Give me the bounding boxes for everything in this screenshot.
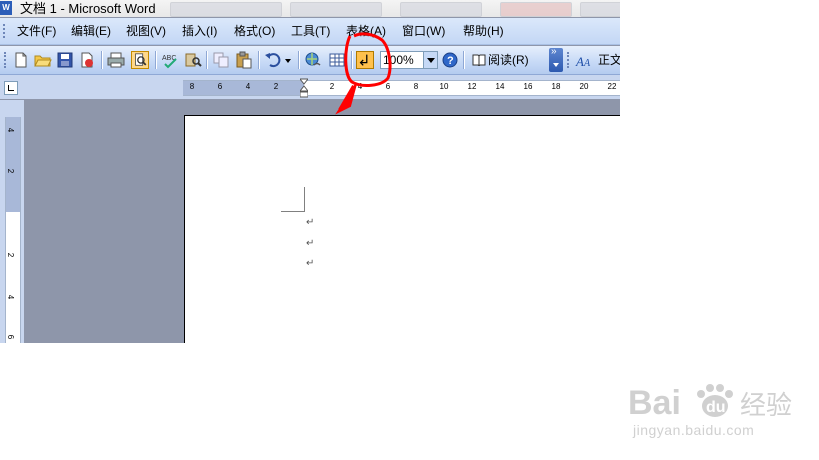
paragraph-mark[interactable]: ↵	[306, 217, 314, 229]
ruler-label: 12	[467, 82, 477, 91]
toolbar-options-button[interactable]	[549, 47, 563, 72]
toolbar-grip[interactable]	[4, 52, 8, 68]
vertical-ruler-label: 2	[6, 252, 16, 258]
ruler-label: 16	[523, 82, 533, 91]
background-window-ghost	[400, 2, 482, 17]
red-highlight-annotation	[335, 32, 392, 115]
save-icon[interactable]	[56, 51, 74, 69]
ruler-label: 8	[189, 82, 195, 91]
svg-text:du: du	[706, 399, 726, 416]
toolbar-separator	[298, 51, 300, 69]
standard-toolbar: ABC 100% ? 阅读(R) AA 正文	[0, 46, 620, 75]
paragraph-mark[interactable]: ↵	[306, 238, 314, 250]
paragraph-mark[interactable]: ↵	[306, 258, 314, 270]
menu-tools[interactable]: 工具(T)	[291, 23, 330, 39]
ruler-label: 22	[607, 82, 617, 91]
styles-formatting-icon[interactable]: AA	[575, 51, 593, 69]
word-app-icon[interactable]: W	[0, 1, 12, 15]
svg-text:A: A	[583, 58, 591, 69]
menu-view[interactable]: 视图(V)	[126, 23, 166, 39]
svg-text:?: ?	[447, 55, 454, 67]
toolbar-separator	[155, 51, 157, 69]
spelling-icon[interactable]: ABC	[161, 51, 179, 69]
vertical-ruler[interactable]: 4 2 2 4 6	[5, 117, 21, 343]
svg-text:Bai: Bai	[628, 384, 681, 422]
permission-icon[interactable]	[78, 51, 96, 69]
copy-icon[interactable]	[212, 51, 230, 69]
menu-bar-grip[interactable]	[3, 24, 8, 38]
ruler-label: 20	[579, 82, 589, 91]
document-page[interactable]	[184, 115, 620, 343]
background-window-ghost	[290, 2, 382, 17]
print-preview-icon[interactable]	[131, 51, 149, 69]
style-combobox[interactable]: 正文	[598, 51, 620, 69]
read-mode-label: 阅读(R)	[488, 53, 529, 67]
toolbar-separator	[258, 51, 260, 69]
ruler-label: 6	[217, 82, 223, 91]
ruler-label: 2	[273, 82, 279, 91]
svg-text:经验: 经验	[740, 390, 792, 420]
margin-corner-mark	[281, 211, 305, 212]
menu-edit[interactable]: 编辑(E)	[71, 23, 111, 39]
toolbar-separator	[463, 51, 465, 69]
menu-help[interactable]: 帮助(H)	[463, 23, 504, 39]
undo-icon[interactable]	[264, 51, 282, 69]
vertical-ruler-label: 4	[6, 294, 16, 300]
toolbar-grip[interactable]	[567, 52, 571, 68]
watermark-url: jingyan.baidu.com	[633, 422, 755, 438]
book-icon	[472, 54, 486, 66]
ruler-label: 14	[495, 82, 505, 91]
ruler-label: 10	[439, 82, 449, 91]
svg-text:A: A	[575, 54, 584, 69]
vertical-ruler-label: 6	[6, 334, 16, 340]
ruler-label: 18	[551, 82, 561, 91]
research-icon[interactable]	[184, 51, 202, 69]
read-mode-button[interactable]: 阅读(R)	[470, 51, 529, 69]
new-icon[interactable]	[12, 51, 30, 69]
zoom-dropdown-icon[interactable]	[423, 52, 437, 68]
background-window-ghost	[170, 2, 282, 17]
toolbar-separator	[206, 51, 208, 69]
insert-hyperlink-icon[interactable]	[304, 51, 322, 69]
paste-icon[interactable]	[235, 51, 253, 69]
indent-marker-icon[interactable]	[300, 78, 308, 98]
margin-corner-mark	[304, 187, 305, 211]
open-icon[interactable]	[34, 51, 52, 69]
word-window: W 文档 1 - Microsoft Word 文件(F) 编辑(E) 视图(V…	[0, 0, 620, 343]
undo-dropdown-icon[interactable]	[283, 51, 293, 69]
print-icon[interactable]	[107, 51, 125, 69]
menu-insert[interactable]: 插入(I)	[182, 23, 217, 39]
tab-selector-icon[interactable]	[4, 81, 18, 95]
menu-bar: 文件(F) 编辑(E) 视图(V) 插入(I) 格式(O) 工具(T) 表格(A…	[0, 18, 620, 45]
menu-file[interactable]: 文件(F)	[17, 23, 56, 39]
background-window-ghost	[580, 2, 620, 17]
vertical-ruler-label: 2	[6, 168, 16, 174]
ruler-label: 4	[245, 82, 251, 91]
help-icon[interactable]: ?	[441, 51, 459, 69]
toolbar-separator	[101, 51, 103, 69]
vertical-ruler-label: 4	[6, 127, 16, 133]
ruler-left-margin	[183, 81, 304, 95]
title-bar: W 文档 1 - Microsoft Word	[0, 0, 620, 17]
background-window-ghost	[500, 2, 572, 17]
window-title: 文档 1 - Microsoft Word	[20, 1, 156, 16]
menu-format[interactable]: 格式(O)	[234, 23, 275, 39]
